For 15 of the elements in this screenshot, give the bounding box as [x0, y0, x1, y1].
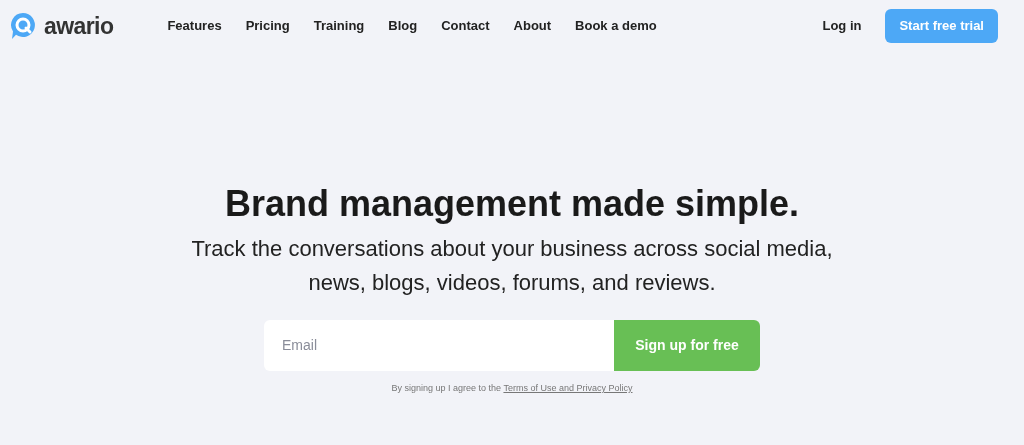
logo-wordmark: awario	[44, 11, 114, 41]
email-field[interactable]: Email	[264, 320, 614, 371]
nav-link[interactable]: Features	[167, 16, 222, 36]
logo-icon	[10, 12, 36, 40]
consent-text: By signing up I agree to the Terms of Use and Privacy Policy	[391, 382, 633, 395]
nav-link[interactable]: Blog	[388, 16, 418, 36]
nav-link[interactable]: Contact	[441, 16, 490, 36]
nav-link[interactable]: Pricing	[245, 16, 290, 36]
nav-link[interactable]: About	[513, 16, 552, 36]
hero-subtitle: Track the conversations about your business across social media, news, blogs, videos, forums, and reviews.	[190, 235, 834, 297]
login-link[interactable]: Log in	[822, 16, 862, 36]
nav-link[interactable]: Training	[313, 16, 365, 36]
nav-link[interactable]: Book a demo	[575, 16, 657, 36]
terms-link[interactable]: Terms of Use and Privacy Policy	[503, 383, 633, 393]
hero-title: Brand management made simple.	[224, 182, 800, 226]
